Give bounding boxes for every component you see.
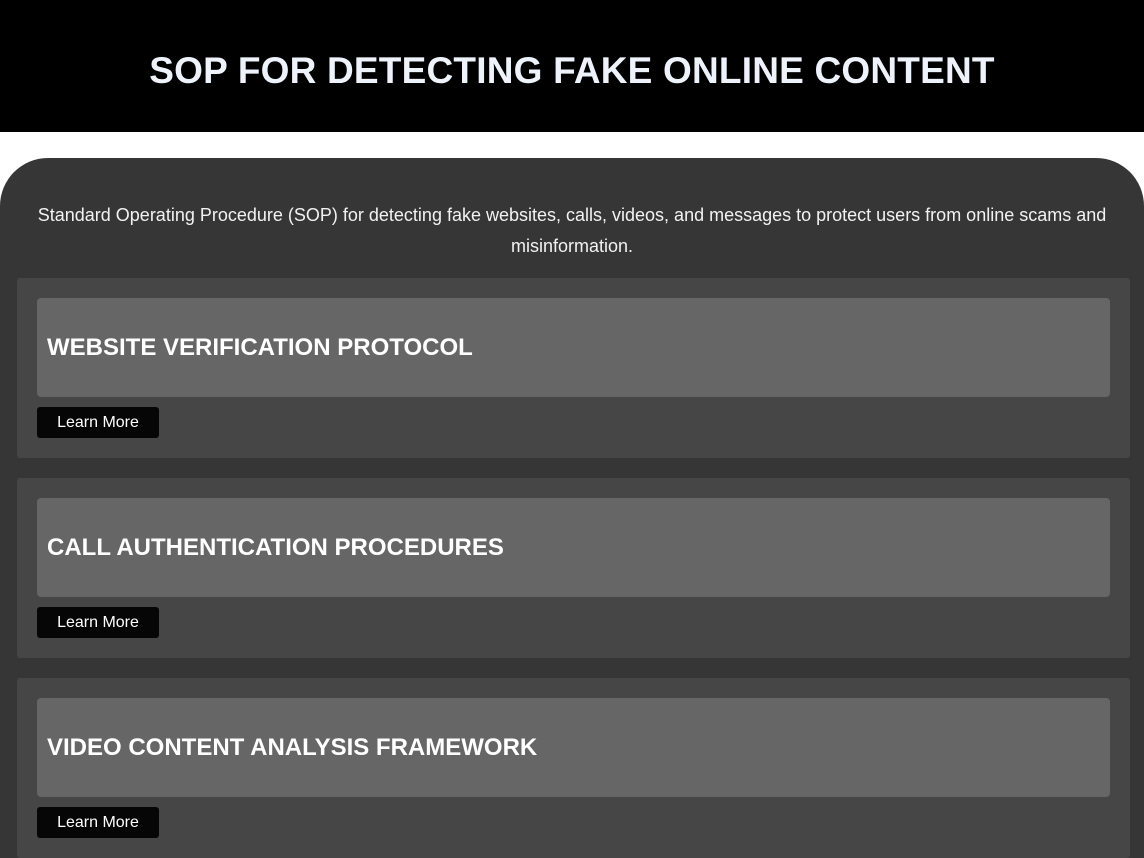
section-card-video-analysis: VIDEO CONTENT ANALYSIS FRAMEWORK Learn M… [17,678,1130,858]
learn-more-button-video[interactable]: Learn More [37,807,159,838]
section-heading-box: CALL AUTHENTICATION PROCEDURES [37,498,1110,597]
intro-description: Standard Operating Procedure (SOP) for d… [37,205,1107,256]
learn-more-button-call[interactable]: Learn More [37,607,159,638]
page-title: SOP FOR DETECTING FAKE ONLINE CONTENT [149,50,995,91]
learn-more-button-website[interactable]: Learn More [37,407,159,438]
section-card-website-verification: WEBSITE VERIFICATION PROTOCOL Learn More [17,278,1130,458]
main-content-panel: Standard Operating Procedure (SOP) for d… [0,158,1144,858]
section-heading-box: WEBSITE VERIFICATION PROTOCOL [37,298,1110,397]
site-header: SOP FOR DETECTING FAKE ONLINE CONTENT [0,0,1144,132]
section-heading: WEBSITE VERIFICATION PROTOCOL [47,333,473,361]
section-heading: VIDEO CONTENT ANALYSIS FRAMEWORK [47,733,538,761]
section-card-call-authentication: CALL AUTHENTICATION PROCEDURES Learn Mor… [17,478,1130,658]
section-heading: CALL AUTHENTICATION PROCEDURES [47,533,504,561]
section-heading-box: VIDEO CONTENT ANALYSIS FRAMEWORK [37,698,1110,797]
